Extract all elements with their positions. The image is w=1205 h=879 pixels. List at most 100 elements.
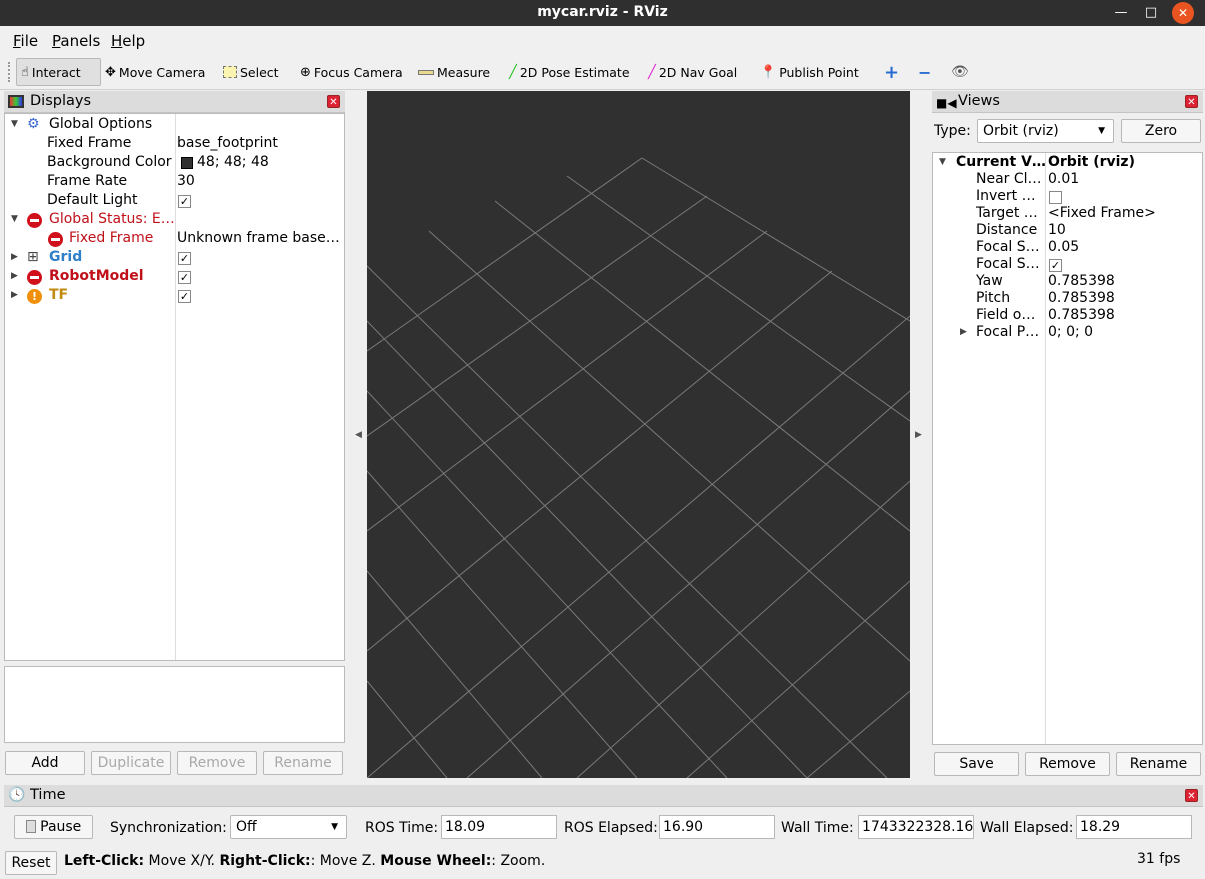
collapse-arrow-icon[interactable]: ▶ [960,327,967,337]
tree-row-fixed-frame[interactable]: Fixed Frame base_footprint [5,135,344,154]
interact-tool[interactable]: ☝ Interact [16,58,101,86]
nav-goal-tool[interactable]: ╱ 2D Nav Goal [644,58,741,86]
left-click-desc: Move X/Y. [144,853,220,869]
fixed-frame-value[interactable]: base_footprint [177,135,278,151]
publish-point-label: Publish Point [779,64,859,80]
target-frame-value[interactable]: <Fixed Frame> [1048,205,1156,221]
wall-elapsed-field[interactable]: 18.29 [1076,815,1192,839]
default-light-checkbox[interactable]: ✓ [178,195,191,208]
tree-row-robot-model[interactable]: ▶ RobotModel ✓ [5,268,344,287]
frame-rate-value[interactable]: 30 [177,173,195,189]
view-type-select[interactable]: Orbit (rviz) ▼ [977,119,1114,143]
expand-arrow-icon[interactable]: ▼ [939,157,946,167]
focal-shape-size-value[interactable]: 0.05 [1048,239,1079,255]
displays-close-icon[interactable]: ✕ [327,95,340,108]
background-color-label: Background Color [47,154,172,170]
zero-button[interactable]: Zero [1121,119,1201,143]
current-view-value: Orbit (rviz) [1048,154,1135,170]
focus-camera-tool[interactable]: ⊕ Focus Camera [296,58,407,86]
expand-arrow-icon[interactable]: ▼ [11,214,18,224]
collapse-arrow-icon[interactable]: ▶ [11,290,18,300]
field-of-view-value[interactable]: 0.785398 [1048,307,1115,323]
tree-row-default-light[interactable]: Default Light ✓ [5,192,344,211]
grid-icon: ⊞ [27,249,39,265]
collapse-arrow-icon[interactable]: ▶ [11,252,18,262]
remove-tool-icon[interactable]: − [914,58,935,86]
add-display-button[interactable]: Add [5,751,85,775]
tree-row-global-status[interactable]: ▼ Global Status: E… [5,211,344,230]
field-of-view-label: Field o… [976,307,1036,323]
wall-time-field[interactable]: 1743322328.16 [858,815,974,839]
pose-estimate-tool[interactable]: ╱ 2D Pose Estimate [505,58,634,86]
invert-checkbox[interactable] [1049,191,1062,204]
measure-tool[interactable]: Measure [414,58,494,86]
eye-icon[interactable]: 👁 [947,58,973,86]
grid-label: Grid [49,249,83,265]
minimize-button[interactable]: — [1110,2,1132,24]
distance-value[interactable]: 10 [1048,222,1066,238]
ros-time-label: ROS Time: [365,820,439,836]
gear-icon: ⚙ [27,116,40,132]
synchronization-select[interactable]: Off ▼ [230,815,347,839]
select-tool[interactable]: Select [219,58,283,86]
menu-file[interactable]: File [13,32,38,50]
pause-icon [25,820,36,833]
tree-row-frame-rate[interactable]: Frame Rate 30 [5,173,344,192]
remove-view-button[interactable]: Remove [1025,752,1110,776]
focal-point-label: Focal P… [976,324,1040,340]
yaw-label: Yaw [976,273,1003,289]
focal-point-value[interactable]: 0; 0; 0 [1048,324,1093,340]
right-splitter-arrow-icon[interactable]: ▶ [915,430,922,440]
monitor-icon [8,95,24,108]
ros-time-field[interactable]: 18.09 [441,815,557,839]
near-clip-value[interactable]: 0.01 [1048,171,1079,187]
left-splitter-arrow-icon[interactable]: ◀ [355,430,362,440]
views-close-icon[interactable]: ✕ [1185,95,1198,108]
default-light-label: Default Light [47,192,138,208]
tree-row-grid[interactable]: ▶ ⊞ Grid ✓ [5,249,344,268]
time-close-icon[interactable]: ✕ [1185,789,1198,802]
background-color-value[interactable]: 48; 48; 48 [197,154,269,170]
ros-elapsed-field[interactable]: 16.90 [659,815,775,839]
remove-display-button[interactable]: Remove [177,751,257,775]
grid-checkbox[interactable]: ✓ [178,252,191,265]
collapse-arrow-icon[interactable]: ▶ [11,271,18,281]
save-view-button[interactable]: Save [934,752,1019,776]
tree-row-tf[interactable]: ▶ ! TF ✓ [5,287,344,306]
green-arrow-icon: ╱ [509,64,517,80]
publish-point-tool[interactable]: 📍 Publish Point [756,58,863,86]
tree-row-status-fixed-frame[interactable]: Fixed Frame Unknown frame base… [5,230,344,249]
warning-icon: ! [27,289,42,304]
tree-row-global-options[interactable]: ▼ ⚙ Global Options [5,116,344,135]
menu-help[interactable]: Help [111,32,145,50]
rename-display-button[interactable]: Rename [263,751,343,775]
tf-label: TF [49,287,69,303]
duplicate-display-button[interactable]: Duplicate [91,751,171,775]
robot-model-checkbox[interactable]: ✓ [178,271,191,284]
hand-pointer-icon: ☝ [21,64,29,80]
robot-model-label: RobotModel [49,268,144,284]
menu-panels[interactable]: Panels [52,32,100,50]
global-options-label: Global Options [49,116,153,132]
maximize-button[interactable]: □ [1140,2,1162,24]
focal-shape-fixed-checkbox[interactable]: ✓ [1049,259,1062,272]
color-swatch[interactable] [181,157,193,169]
toolbar-grip[interactable] [8,62,12,82]
move-camera-tool[interactable]: ✥ Move Camera [101,58,209,86]
expand-arrow-icon[interactable]: ▼ [11,119,18,129]
focal-shape-fixed-label: Focal S… [976,256,1040,272]
tf-checkbox[interactable]: ✓ [178,290,191,303]
rename-view-button[interactable]: Rename [1116,752,1201,776]
pause-button[interactable]: Pause [14,815,93,839]
measure-label: Measure [437,64,491,80]
add-tool-icon[interactable]: + [880,58,903,86]
left-click-label: Left-Click: [64,853,145,869]
interact-label: Interact [31,64,81,80]
reset-button[interactable]: Reset [5,851,57,875]
close-window-button[interactable]: ✕ [1172,2,1194,24]
yaw-value[interactable]: 0.785398 [1048,273,1115,289]
pitch-value[interactable]: 0.785398 [1048,290,1115,306]
3d-viewport[interactable] [367,91,910,778]
view-prop-row[interactable]: ▶ Focal P… 0; 0; 0 [933,324,1202,343]
tree-row-background-color[interactable]: Background Color 48; 48; 48 [5,154,344,173]
